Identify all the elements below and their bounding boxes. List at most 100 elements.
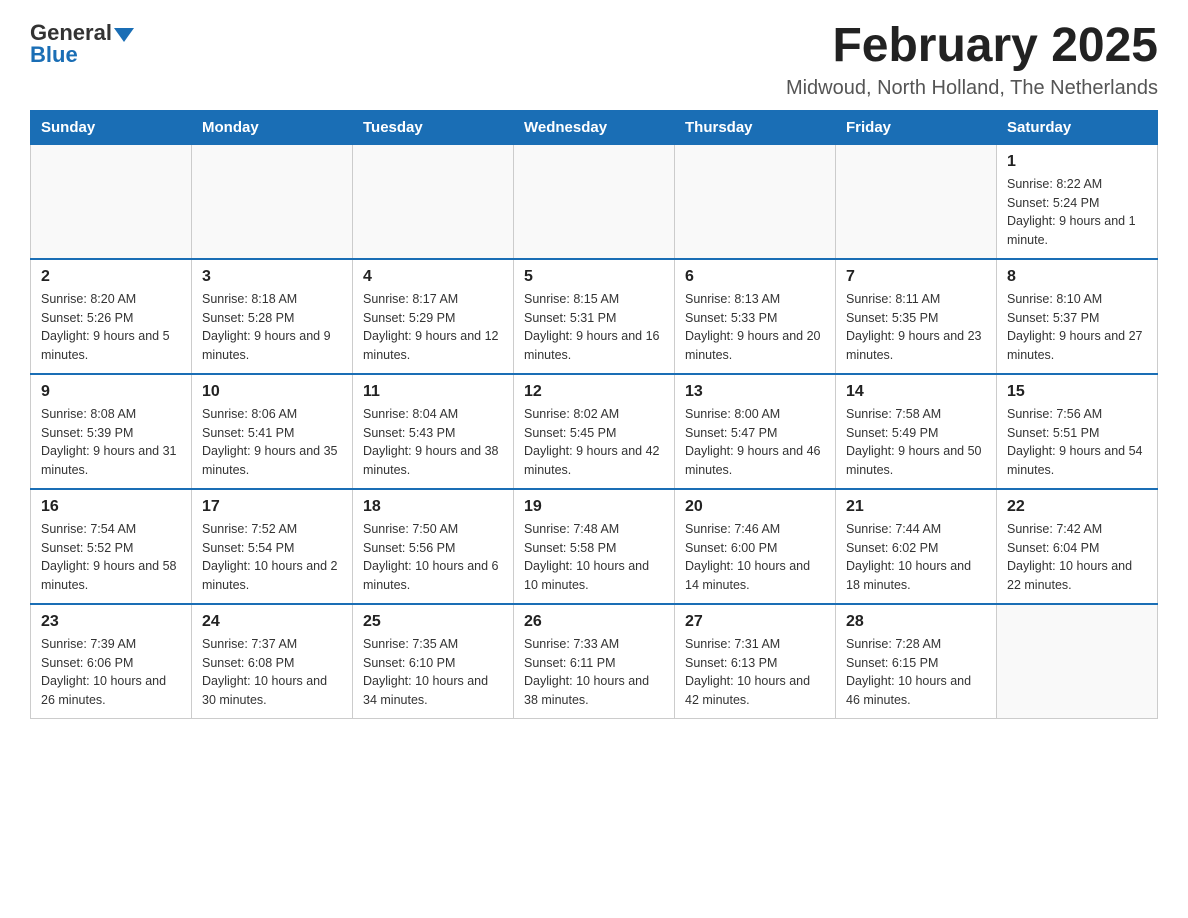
day-number: 11 — [363, 383, 503, 401]
calendar-day-cell: 23 Sunrise: 7:39 AM Sunset: 6:06 PM Dayli… — [31, 604, 192, 719]
day-info: Sunrise: 8:13 AM Sunset: 5:33 PM Dayligh… — [685, 290, 825, 365]
title-block: February 2025 Midwoud, North Holland, Th… — [786, 20, 1158, 100]
day-info: Sunrise: 7:50 AM Sunset: 5:56 PM Dayligh… — [363, 520, 503, 595]
day-info: Sunrise: 7:35 AM Sunset: 6:10 PM Dayligh… — [363, 635, 503, 710]
calendar-day-cell: 18 Sunrise: 7:50 AM Sunset: 5:56 PM Dayli… — [353, 489, 514, 604]
day-number: 17 — [202, 498, 342, 516]
calendar-day-cell: 24 Sunrise: 7:37 AM Sunset: 6:08 PM Dayli… — [192, 604, 353, 719]
calendar-day-cell: 20 Sunrise: 7:46 AM Sunset: 6:00 PM Dayli… — [675, 489, 836, 604]
calendar-day-cell: 28 Sunrise: 7:28 AM Sunset: 6:15 PM Dayli… — [836, 604, 997, 719]
day-info: Sunrise: 8:11 AM Sunset: 5:35 PM Dayligh… — [846, 290, 986, 365]
day-number: 4 — [363, 268, 503, 286]
calendar-day-cell: 6 Sunrise: 8:13 AM Sunset: 5:33 PM Daylig… — [675, 259, 836, 374]
calendar-day-cell: 3 Sunrise: 8:18 AM Sunset: 5:28 PM Daylig… — [192, 259, 353, 374]
day-info: Sunrise: 7:37 AM Sunset: 6:08 PM Dayligh… — [202, 635, 342, 710]
weekday-header-wednesday: Wednesday — [514, 110, 675, 144]
calendar-day-cell: 14Sunrise: 7:58 AM Sunset: 5:49 PM Dayli… — [836, 374, 997, 489]
weekday-header-tuesday: Tuesday — [353, 110, 514, 144]
day-number: 22 — [1007, 498, 1147, 516]
calendar-day-cell: 4 Sunrise: 8:17 AM Sunset: 5:29 PM Daylig… — [353, 259, 514, 374]
calendar-day-cell: 5Sunrise: 8:15 AM Sunset: 5:31 PM Daylig… — [514, 259, 675, 374]
weekday-header-thursday: Thursday — [675, 110, 836, 144]
weekday-header-saturday: Saturday — [997, 110, 1158, 144]
day-number: 18 — [363, 498, 503, 516]
day-info: Sunrise: 7:48 AM Sunset: 5:58 PM Dayligh… — [524, 520, 664, 595]
calendar-day-cell: 15 Sunrise: 7:56 AM Sunset: 5:51 PM Dayli… — [997, 374, 1158, 489]
calendar-week-row: 16 Sunrise: 7:54 AM Sunset: 5:52 PM Dayli… — [31, 489, 1158, 604]
day-number: 27 — [685, 613, 825, 631]
day-info: Sunrise: 7:54 AM Sunset: 5:52 PM Dayligh… — [41, 520, 181, 595]
location-subtitle: Midwoud, North Holland, The Netherlands — [786, 77, 1158, 100]
day-info: Sunrise: 8:17 AM Sunset: 5:29 PM Dayligh… — [363, 290, 503, 365]
day-number: 10 — [202, 383, 342, 401]
day-info: Sunrise: 7:56 AM Sunset: 5:51 PM Dayligh… — [1007, 405, 1147, 480]
calendar-day-cell: 13Sunrise: 8:00 AM Sunset: 5:47 PM Dayli… — [675, 374, 836, 489]
calendar-week-row: 9Sunrise: 8:08 AM Sunset: 5:39 PM Daylig… — [31, 374, 1158, 489]
day-info: Sunrise: 8:04 AM Sunset: 5:43 PM Dayligh… — [363, 405, 503, 480]
day-number: 12 — [524, 383, 664, 401]
calendar-day-cell: 11 Sunrise: 8:04 AM Sunset: 5:43 PM Dayli… — [353, 374, 514, 489]
calendar-day-cell — [675, 144, 836, 259]
calendar-day-cell: 27Sunrise: 7:31 AM Sunset: 6:13 PM Dayli… — [675, 604, 836, 719]
day-number: 5 — [524, 268, 664, 286]
calendar-day-cell — [836, 144, 997, 259]
day-number: 3 — [202, 268, 342, 286]
day-number: 28 — [846, 613, 986, 631]
day-number: 23 — [41, 613, 181, 631]
page-header: General Blue February 2025 Midwoud, Nort… — [30, 20, 1158, 100]
calendar-day-cell: 8 Sunrise: 8:10 AM Sunset: 5:37 PM Daylig… — [997, 259, 1158, 374]
day-info: Sunrise: 8:02 AM Sunset: 5:45 PM Dayligh… — [524, 405, 664, 480]
calendar-week-row: 23 Sunrise: 7:39 AM Sunset: 6:06 PM Dayli… — [31, 604, 1158, 719]
calendar-day-cell — [31, 144, 192, 259]
day-number: 24 — [202, 613, 342, 631]
calendar-day-cell: 16 Sunrise: 7:54 AM Sunset: 5:52 PM Dayli… — [31, 489, 192, 604]
calendar-day-cell: 19 Sunrise: 7:48 AM Sunset: 5:58 PM Dayli… — [514, 489, 675, 604]
day-number: 2 — [41, 268, 181, 286]
day-info: Sunrise: 8:18 AM Sunset: 5:28 PM Dayligh… — [202, 290, 342, 365]
logo-arrow-icon — [114, 28, 134, 42]
logo-blue-text: Blue — [30, 42, 78, 68]
calendar-table: SundayMondayTuesdayWednesdayThursdayFrid… — [30, 110, 1158, 719]
logo: General Blue — [30, 20, 134, 68]
calendar-week-row: 2 Sunrise: 8:20 AM Sunset: 5:26 PM Daylig… — [31, 259, 1158, 374]
day-number: 21 — [846, 498, 986, 516]
day-info: Sunrise: 7:58 AM Sunset: 5:49 PM Dayligh… — [846, 405, 986, 480]
day-number: 16 — [41, 498, 181, 516]
day-info: Sunrise: 8:08 AM Sunset: 5:39 PM Dayligh… — [41, 405, 181, 480]
weekday-header-sunday: Sunday — [31, 110, 192, 144]
day-number: 15 — [1007, 383, 1147, 401]
calendar-day-cell — [192, 144, 353, 259]
weekday-header-monday: Monday — [192, 110, 353, 144]
day-info: Sunrise: 7:28 AM Sunset: 6:15 PM Dayligh… — [846, 635, 986, 710]
day-number: 20 — [685, 498, 825, 516]
calendar-day-cell: 25Sunrise: 7:35 AM Sunset: 6:10 PM Dayli… — [353, 604, 514, 719]
day-info: Sunrise: 7:33 AM Sunset: 6:11 PM Dayligh… — [524, 635, 664, 710]
calendar-day-cell: 10 Sunrise: 8:06 AM Sunset: 5:41 PM Dayli… — [192, 374, 353, 489]
day-number: 19 — [524, 498, 664, 516]
day-info: Sunrise: 8:22 AM Sunset: 5:24 PM Dayligh… — [1007, 175, 1147, 250]
day-info: Sunrise: 8:00 AM Sunset: 5:47 PM Dayligh… — [685, 405, 825, 480]
calendar-day-cell: 9Sunrise: 8:08 AM Sunset: 5:39 PM Daylig… — [31, 374, 192, 489]
weekday-header-friday: Friday — [836, 110, 997, 144]
day-number: 8 — [1007, 268, 1147, 286]
calendar-day-cell: 17Sunrise: 7:52 AM Sunset: 5:54 PM Dayli… — [192, 489, 353, 604]
day-info: Sunrise: 8:06 AM Sunset: 5:41 PM Dayligh… — [202, 405, 342, 480]
day-info: Sunrise: 8:20 AM Sunset: 5:26 PM Dayligh… — [41, 290, 181, 365]
calendar-day-cell — [353, 144, 514, 259]
calendar-day-cell — [514, 144, 675, 259]
month-year-title: February 2025 — [786, 20, 1158, 73]
day-number: 1 — [1007, 153, 1147, 171]
calendar-day-cell: 22Sunrise: 7:42 AM Sunset: 6:04 PM Dayli… — [997, 489, 1158, 604]
day-info: Sunrise: 7:46 AM Sunset: 6:00 PM Dayligh… — [685, 520, 825, 595]
calendar-day-cell: 12 Sunrise: 8:02 AM Sunset: 5:45 PM Dayli… — [514, 374, 675, 489]
calendar-day-cell: 2 Sunrise: 8:20 AM Sunset: 5:26 PM Daylig… — [31, 259, 192, 374]
day-info: Sunrise: 8:10 AM Sunset: 5:37 PM Dayligh… — [1007, 290, 1147, 365]
day-number: 6 — [685, 268, 825, 286]
day-info: Sunrise: 7:39 AM Sunset: 6:06 PM Dayligh… — [41, 635, 181, 710]
day-info: Sunrise: 7:44 AM Sunset: 6:02 PM Dayligh… — [846, 520, 986, 595]
day-number: 7 — [846, 268, 986, 286]
calendar-day-cell: 1 Sunrise: 8:22 AM Sunset: 5:24 PM Daylig… — [997, 144, 1158, 259]
calendar-day-cell: 7 Sunrise: 8:11 AM Sunset: 5:35 PM Daylig… — [836, 259, 997, 374]
weekday-header-row: SundayMondayTuesdayWednesdayThursdayFrid… — [31, 110, 1158, 144]
calendar-day-cell — [997, 604, 1158, 719]
